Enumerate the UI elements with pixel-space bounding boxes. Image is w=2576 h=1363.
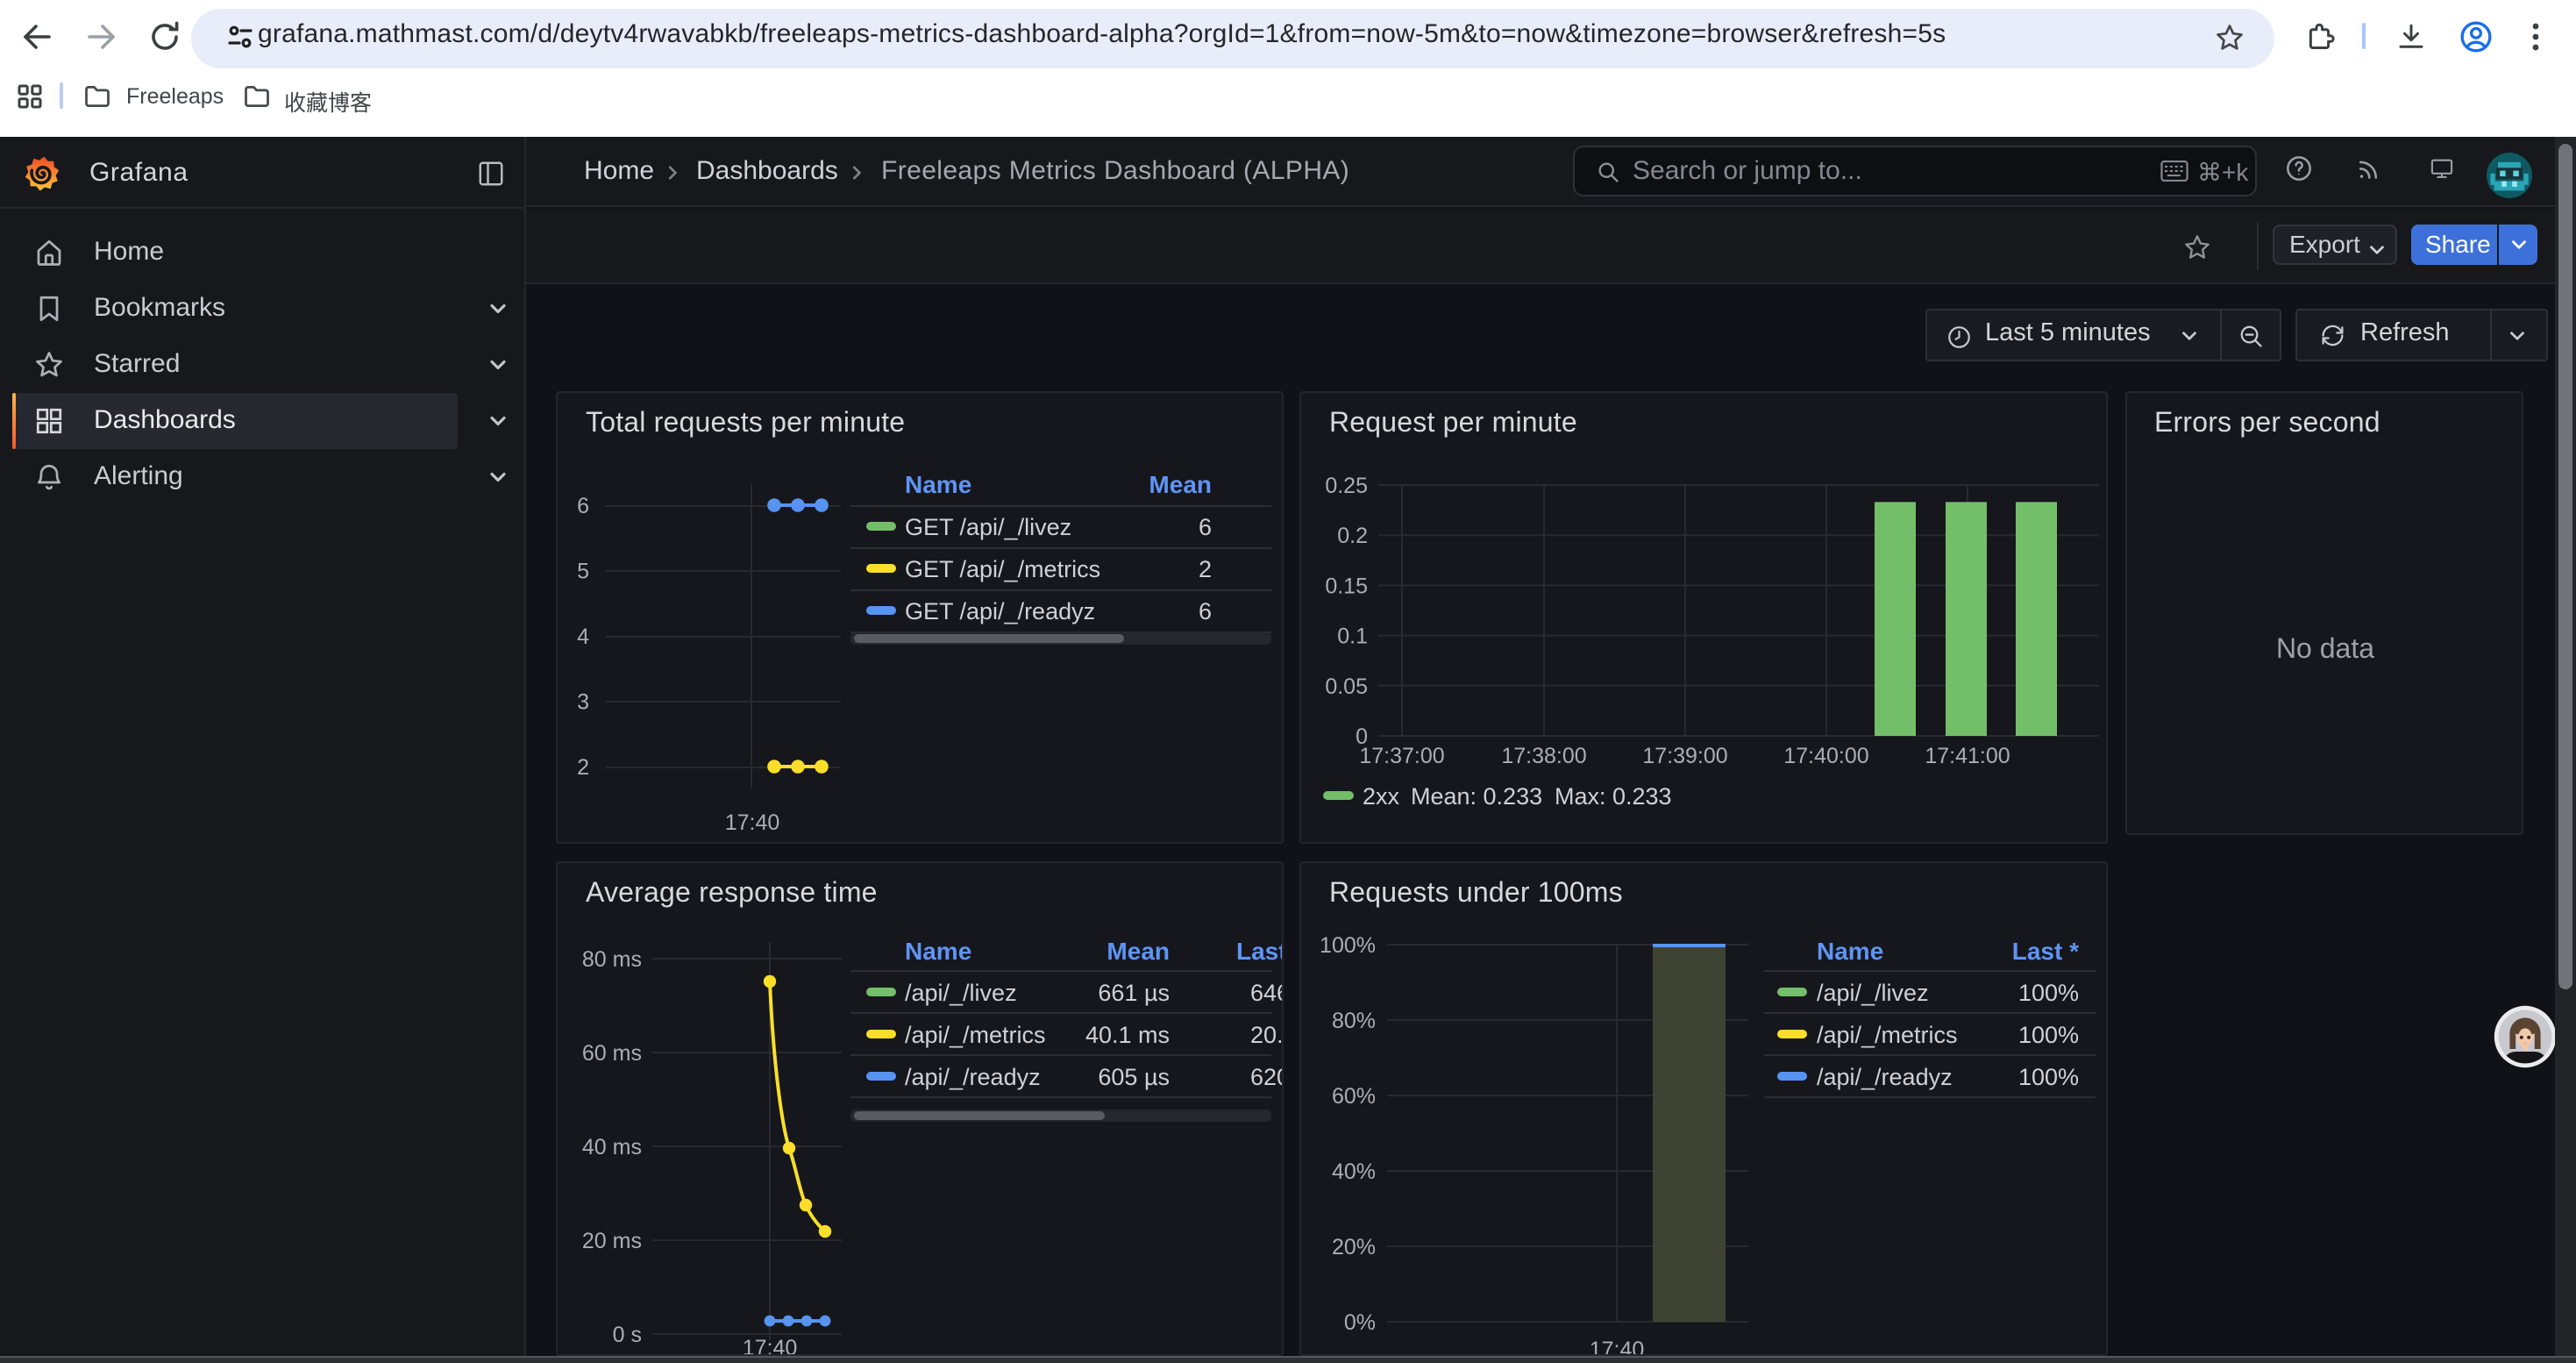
svg-text:0%: 0% — [1344, 1310, 1376, 1335]
svg-text:5: 5 — [576, 560, 588, 584]
svg-text:Mean: 0.233: Mean: 0.233 — [1411, 783, 1542, 810]
svg-text:Name: Name — [904, 471, 971, 498]
svg-text:Name: Name — [904, 938, 971, 965]
svg-text:20 ms: 20 ms — [581, 1229, 641, 1253]
svg-text:40%: 40% — [1332, 1160, 1376, 1184]
svg-text:/api/_/readyz: /api/_/readyz — [1817, 1064, 1953, 1090]
svg-text:Mean: Mean — [1148, 471, 1211, 498]
svg-text:6: 6 — [1198, 514, 1211, 540]
svg-text:40 ms: 40 ms — [581, 1135, 641, 1160]
svg-text:2: 2 — [576, 755, 588, 780]
svg-text:Last *: Last * — [1235, 938, 1283, 965]
svg-text:/api/_/readyz: /api/_/readyz — [904, 1064, 1040, 1090]
svg-text:0 s: 0 s — [612, 1323, 641, 1347]
svg-text:17:40: 17:40 — [724, 810, 779, 835]
svg-text:6: 6 — [576, 494, 588, 518]
svg-text:620: 620 — [1249, 1064, 1283, 1090]
svg-text:GET /api/_/readyz: GET /api/_/readyz — [904, 598, 1094, 624]
svg-text:0.2: 0.2 — [1337, 524, 1368, 548]
svg-text:2: 2 — [1198, 556, 1211, 582]
svg-text:646: 646 — [1249, 980, 1283, 1006]
svg-text:661 µs: 661 µs — [1097, 980, 1169, 1006]
svg-text:17:39:00: 17:39:00 — [1642, 744, 1727, 768]
svg-text:2xx: 2xx — [1363, 783, 1400, 810]
svg-text:Mean: Mean — [1106, 938, 1169, 965]
svg-text:605 µs: 605 µs — [1097, 1064, 1169, 1090]
svg-text:17:37:00: 17:37:00 — [1359, 744, 1444, 768]
svg-text:80%: 80% — [1332, 1009, 1376, 1033]
svg-text:/api/_/livez: /api/_/livez — [904, 980, 1016, 1006]
svg-text:60%: 60% — [1332, 1084, 1376, 1109]
svg-text:0.15: 0.15 — [1325, 574, 1368, 598]
svg-text:100%: 100% — [2018, 1022, 2079, 1048]
svg-text:0.25: 0.25 — [1325, 474, 1368, 498]
svg-text:80 ms: 80 ms — [581, 947, 641, 972]
svg-text:40.1 ms: 40.1 ms — [1085, 1022, 1169, 1048]
svg-text:100%: 100% — [2018, 980, 2079, 1006]
svg-text:17:40: 17:40 — [742, 1336, 797, 1356]
svg-text:/api/_/livez: /api/_/livez — [1817, 980, 1929, 1006]
svg-text:Last *: Last * — [2012, 938, 2079, 965]
svg-text:0.05: 0.05 — [1325, 674, 1368, 699]
svg-text:17:41:00: 17:41:00 — [1925, 744, 2010, 768]
svg-text:4: 4 — [576, 624, 588, 649]
svg-text:17:38:00: 17:38:00 — [1501, 744, 1586, 768]
svg-text:/api/_/metrics: /api/_/metrics — [1817, 1022, 1958, 1048]
svg-text:/api/_/metrics: /api/_/metrics — [904, 1022, 1045, 1048]
svg-text:100%: 100% — [1320, 933, 1376, 958]
svg-text:0.1: 0.1 — [1337, 624, 1368, 649]
svg-text:20.5 ms: 20.5 ms — [1249, 1022, 1283, 1048]
svg-text:GET /api/_/livez: GET /api/_/livez — [904, 514, 1071, 540]
svg-text:17:40: 17:40 — [1590, 1338, 1645, 1356]
svg-text:20%: 20% — [1332, 1235, 1376, 1260]
svg-text:Max: 0.233: Max: 0.233 — [1555, 783, 1672, 810]
svg-text:6: 6 — [1198, 598, 1211, 624]
svg-text:Name: Name — [1817, 938, 1883, 965]
svg-text:GET /api/_/metrics: GET /api/_/metrics — [904, 556, 1099, 582]
svg-text:60 ms: 60 ms — [581, 1041, 641, 1066]
svg-text:100%: 100% — [2018, 1064, 2079, 1090]
svg-text:17:40:00: 17:40:00 — [1783, 744, 1868, 768]
svg-text:3: 3 — [576, 690, 588, 715]
